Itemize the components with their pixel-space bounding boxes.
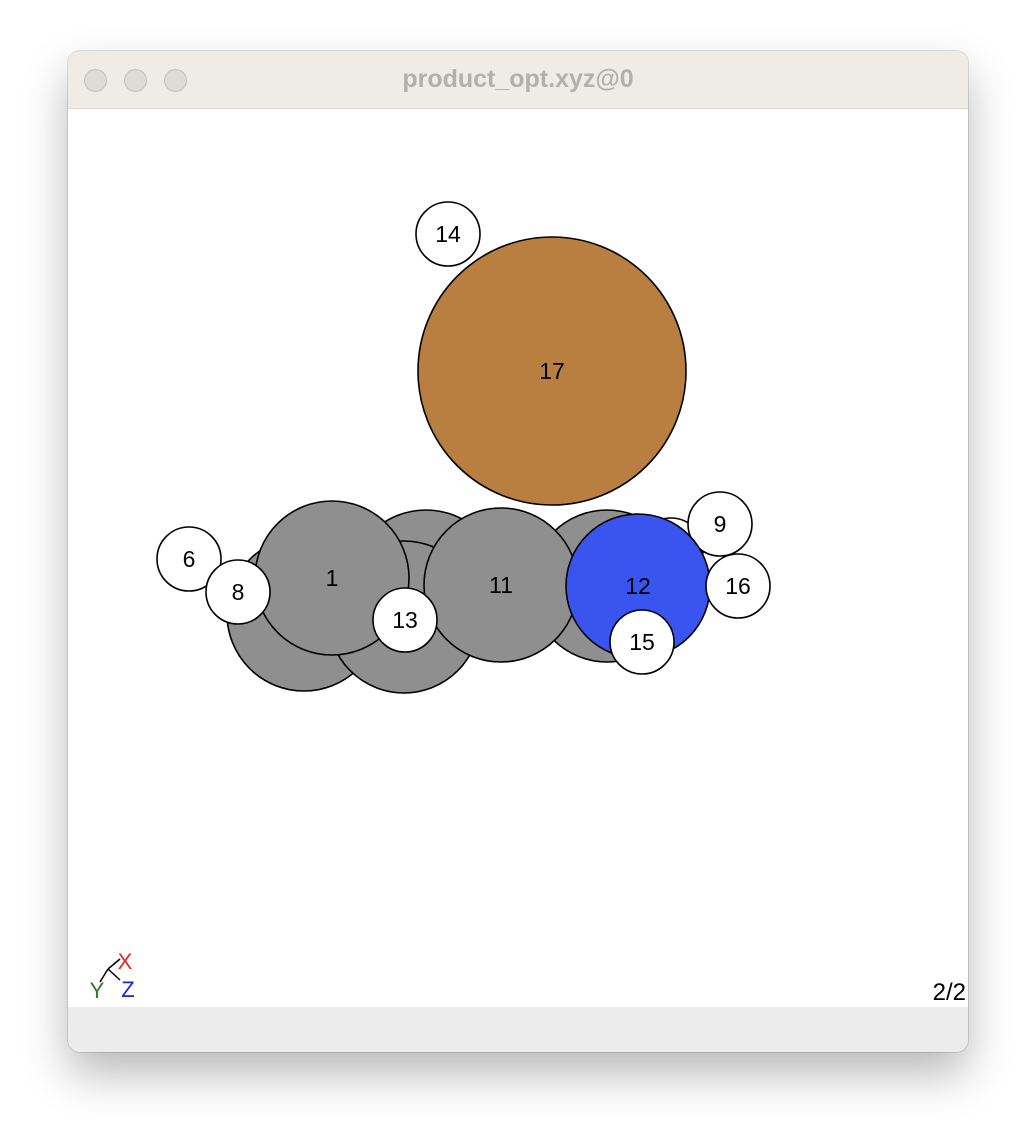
- atom-label: 9: [714, 511, 727, 537]
- atom-label: 13: [392, 607, 418, 633]
- molecule-view[interactable]: 0171491681113121615XYZ: [68, 109, 968, 1007]
- atom-label: 1: [326, 565, 339, 591]
- atom-label: 11: [489, 572, 513, 598]
- frame-counter: 2/2: [932, 979, 966, 1006]
- window-title: product_opt.xyz@0: [402, 65, 634, 93]
- atom-label: 17: [539, 358, 565, 384]
- z-axis-label: Z: [121, 977, 134, 1002]
- atom-label: 14: [435, 221, 461, 247]
- viewer-window: product_opt.xyz@0 0171491681113121615XYZ…: [68, 51, 968, 1052]
- y-axis-label: Y: [90, 978, 105, 1003]
- atom-label: 16: [725, 573, 751, 599]
- molecule-canvas[interactable]: 0171491681113121615XYZ 2/2: [68, 109, 968, 1007]
- x-axis-label: X: [118, 949, 133, 974]
- axis-triad: XY Z: [90, 949, 135, 1003]
- title-bar[interactable]: product_opt.xyz@0: [68, 51, 968, 109]
- atom-label: 12: [625, 573, 651, 599]
- atom-label: 8: [232, 579, 245, 605]
- status-bar: [68, 1008, 968, 1052]
- atom-label: 15: [629, 629, 655, 655]
- atom-label: 6: [183, 546, 196, 572]
